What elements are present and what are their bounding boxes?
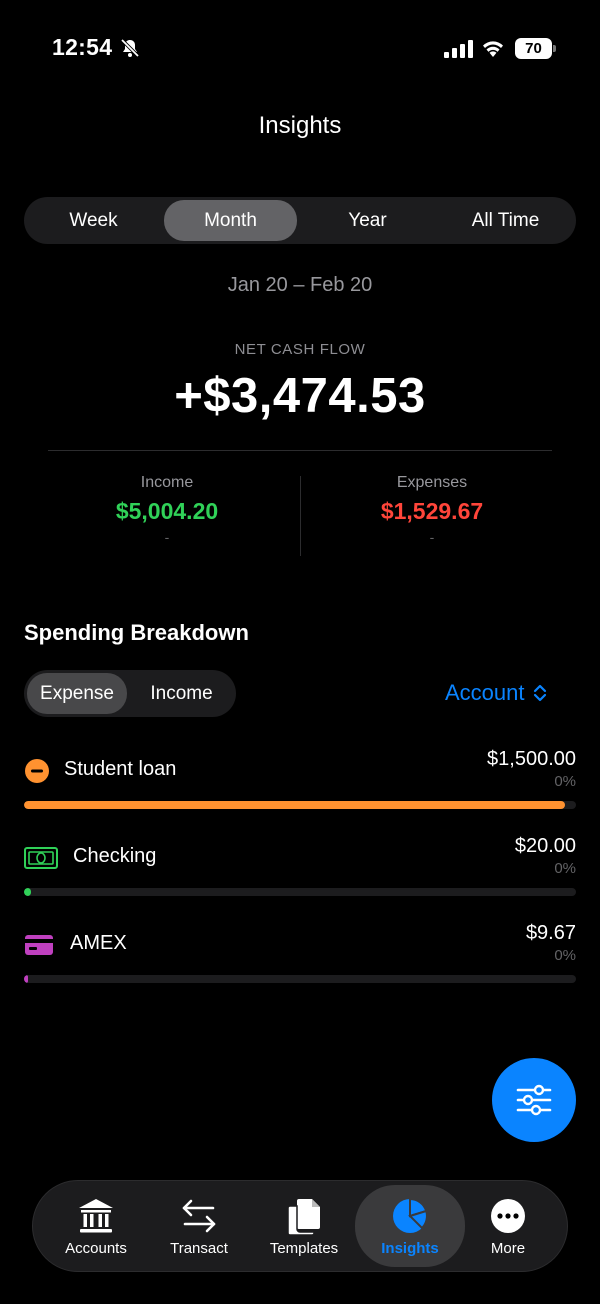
period-year[interactable]: Year (301, 197, 434, 244)
status-bar: 12:54 70 (0, 0, 600, 96)
type-segmented-control: Expense Income (24, 670, 236, 717)
tab-insights[interactable]: Insights (355, 1185, 465, 1267)
tab-label: Templates (269, 1240, 339, 1257)
battery-tip (553, 45, 556, 52)
wifi-icon (483, 41, 503, 57)
tab-label: Insights (381, 1240, 439, 1257)
row-name: AMEX (70, 932, 127, 954)
row-name: Checking (73, 845, 157, 867)
row-bar-fill (24, 975, 28, 983)
row-bar-track (24, 888, 576, 896)
tab-accounts[interactable]: Accounts (41, 1185, 151, 1267)
period-segmented-control: Week Month Year All Time (24, 197, 576, 244)
tab-more[interactable]: More (453, 1185, 563, 1267)
income-summary: Income $5,004.20 - (42, 474, 292, 545)
filter-button[interactable] (492, 1058, 576, 1142)
type-income[interactable]: Income (130, 670, 233, 717)
period-month[interactable]: Month (164, 197, 297, 244)
bell-slash-icon (120, 38, 140, 58)
tab-transact[interactable]: Transact (144, 1185, 254, 1267)
transfer-arrows-icon (182, 1199, 216, 1233)
tab-label: Accounts (65, 1240, 127, 1257)
minus-circle-icon (25, 759, 49, 783)
row-bar-fill (24, 801, 565, 809)
date-range: Jan 20 – Feb 20 (227, 274, 373, 296)
row-percent: 0% (554, 860, 576, 877)
credit-card-icon (25, 935, 53, 955)
row-amount: $1,500.00 (487, 748, 576, 770)
group-by-label: Account (445, 680, 525, 705)
tab-label: More (490, 1240, 526, 1257)
summary-divider (48, 450, 552, 451)
bank-icon (79, 1199, 113, 1233)
breakdown-row[interactable]: Student loan $1,500.00 0% (24, 748, 576, 812)
row-bar-fill (24, 888, 31, 896)
row-amount: $9.67 (525, 922, 576, 944)
expenses-summary: Expenses $1,529.67 - (307, 474, 557, 545)
status-time: 12:54 (52, 34, 113, 60)
income-expense-divider (300, 476, 301, 556)
section-title: Spending Breakdown (24, 620, 249, 645)
documents-icon (287, 1199, 320, 1236)
banknote-icon (24, 847, 58, 869)
period-week[interactable]: Week (27, 197, 160, 244)
breakdown-row[interactable]: AMEX $9.67 0% (24, 922, 576, 986)
net-cash-flow-value: +$3,474.53 (174, 369, 426, 423)
chevron-up-down-icon (533, 684, 546, 702)
group-by-picker[interactable]: Account (445, 680, 547, 706)
row-bar-track (24, 975, 576, 983)
expenses-value: $1,529.67 (380, 498, 484, 524)
income-label: Income (140, 474, 194, 491)
net-cash-flow-label: NET CASH FLOW (234, 341, 366, 358)
period-all-time[interactable]: All Time (438, 197, 573, 244)
tab-label: Transact (170, 1240, 228, 1257)
sliders-icon (516, 1084, 552, 1116)
more-icon (491, 1199, 525, 1233)
cellular-signal-icon (444, 40, 473, 58)
tab-bar: Accounts Transact Templates Insights Mor… (32, 1180, 568, 1272)
row-bar-track (24, 801, 576, 809)
row-percent: 0% (554, 773, 576, 790)
expenses-label: Expenses (396, 474, 468, 491)
expenses-change: - (429, 529, 435, 545)
page-title: Insights (258, 112, 342, 139)
row-name: Student loan (64, 758, 177, 780)
type-expense[interactable]: Expense (27, 670, 127, 717)
battery-level: 70 (515, 38, 552, 59)
pie-chart-icon (393, 1197, 428, 1233)
tab-templates[interactable]: Templates (249, 1185, 359, 1267)
breakdown-row[interactable]: Checking $20.00 0% (24, 835, 576, 899)
row-percent: 0% (554, 947, 576, 964)
income-change: - (164, 529, 170, 545)
income-value: $5,004.20 (115, 498, 219, 524)
battery-icon: 70 (515, 38, 557, 59)
row-amount: $20.00 (514, 835, 576, 857)
